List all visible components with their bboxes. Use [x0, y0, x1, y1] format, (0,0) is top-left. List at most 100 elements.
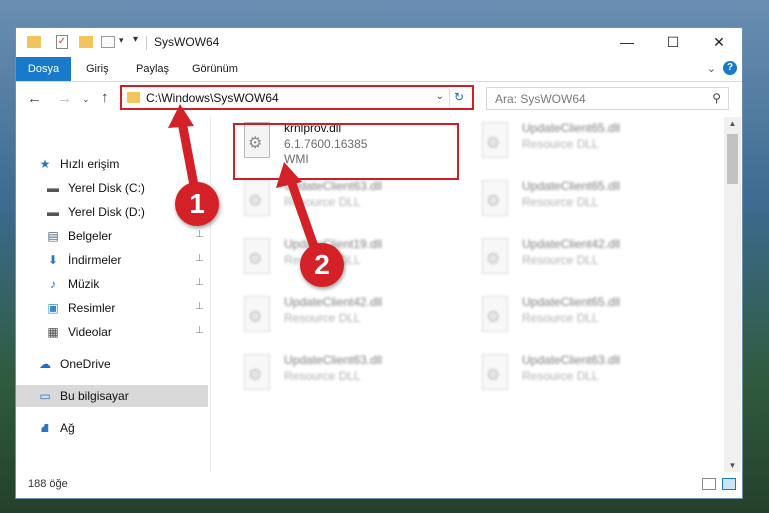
title-bar: ✓ ▾ ▾ SysWOW64 — ☐ ✕ — [16, 28, 742, 57]
file-item[interactable]: ⚙ UpdateClient63.dll Resource DLL — [236, 349, 456, 405]
tab-share[interactable]: Paylaş — [124, 57, 181, 81]
file-description: Resource DLL — [284, 195, 361, 209]
recent-locations-icon[interactable]: ⌄ — [82, 94, 90, 105]
file-description: Resource DLL — [522, 253, 599, 267]
search-icon[interactable]: ⚲ — [712, 91, 721, 105]
pin-icon[interactable]: ⊥ — [195, 325, 204, 336]
file-description: Resource DLL — [522, 311, 599, 325]
rename-icon[interactable] — [101, 36, 115, 48]
scroll-down-icon[interactable]: ▼ — [724, 461, 741, 470]
sidebar-item[interactable]: ⛘ Ağ — [16, 417, 208, 439]
file-item[interactable]: ⚙ UpdateClient65.dll Resource DLL — [474, 291, 694, 347]
drive-icon: ▬ — [47, 205, 59, 219]
sidebar-item[interactable]: ▤ Belgeler ⊥ — [16, 225, 208, 247]
file-item[interactable]: ⚙UpdateClient19.dllResource DLL — [236, 233, 456, 289]
dll-file-icon: ⚙ — [242, 354, 274, 394]
search-input[interactable]: Ara: SysWOW64 ⚲ — [486, 87, 729, 110]
sidebar-item[interactable]: ☁ OneDrive — [16, 353, 208, 375]
tab-view[interactable]: Görünüm — [180, 57, 250, 81]
file-item[interactable]: ⚙ UpdateClient63.dll Resource DLL — [474, 349, 694, 405]
sidebar-item-label: Belgeler — [68, 229, 113, 243]
scrollbar-thumb[interactable] — [727, 134, 738, 184]
sidebar-item[interactable]: ♪ Müzik ⊥ — [16, 273, 208, 295]
pin-icon[interactable]: ⊥ — [195, 229, 204, 240]
maximize-button[interactable]: ☐ — [650, 28, 696, 57]
sidebar-item[interactable]: ▦ Videolar ⊥ — [16, 321, 208, 343]
navigation-bar: ← → ⌄ ↑ C:\Windows\SysWOW64 ⌄ ↻ Ara: Sys… — [16, 82, 742, 117]
file-description: Resource DLL — [522, 137, 599, 151]
customize-toolbar-icon[interactable]: ▾ — [133, 34, 138, 50]
file-description: Resource DLL — [522, 195, 599, 209]
sidebar-item[interactable]: ⬇ İndirmeler ⊥ — [16, 249, 208, 271]
expand-ribbon-icon[interactable]: ⌄ — [707, 62, 716, 75]
file-item[interactable]: ⚙ UpdateClient63.dll Resource DLL — [236, 175, 456, 231]
sidebar-item-label: Ağ — [60, 421, 75, 435]
address-text[interactable]: C:\Windows\SysWOW64 — [146, 91, 279, 105]
help-icon[interactable]: ? — [723, 61, 737, 75]
folder-icon[interactable] — [27, 36, 41, 48]
gear-icon: ⚙ — [248, 309, 263, 326]
ribbon-tabs: Dosya Giriş Paylaş Görünüm ⌄ ? — [16, 57, 742, 82]
file-item[interactable]: ⚙ UpdateClient65.dll Resource DLL — [474, 175, 694, 231]
refresh-button[interactable]: ↻ — [449, 89, 468, 106]
pin-icon[interactable]: ⊥ — [195, 277, 204, 288]
dll-file-icon: ⚙ — [242, 180, 274, 220]
file-name: UpdateClient65.dll — [522, 295, 621, 309]
vertical-scrollbar[interactable]: ▲ ▼ — [724, 117, 741, 472]
dll-file-icon: ⚙ — [480, 238, 512, 278]
sidebar-item-label: Hızlı erişim — [60, 157, 120, 171]
file-item[interactable]: ⚙ UpdateClient42.dll Resource DLL — [474, 233, 694, 289]
chevron-down-icon[interactable]: ▾ — [119, 35, 124, 51]
large-icons-view-icon[interactable] — [722, 478, 736, 490]
back-button[interactable]: ← — [27, 90, 42, 107]
tab-home[interactable]: Giriş — [74, 57, 121, 81]
scroll-up-icon[interactable]: ▲ — [724, 119, 741, 128]
file-name: UpdateClient65.dll — [522, 121, 621, 135]
sidebar-item-label: OneDrive — [60, 357, 111, 371]
videos-icon: ▦ — [47, 325, 59, 339]
gear-icon: ⚙ — [248, 367, 263, 384]
new-folder-icon[interactable] — [79, 36, 93, 48]
gear-icon: ⚙ — [248, 193, 263, 210]
tab-file[interactable]: Dosya — [16, 57, 71, 81]
gear-icon: ⚙ — [486, 135, 501, 152]
address-history-icon[interactable]: ⌄ — [436, 91, 444, 102]
search-placeholder: Ara: SysWOW64 — [495, 92, 586, 106]
download-icon: ⬇ — [47, 253, 59, 267]
minimize-button[interactable]: — — [604, 28, 650, 57]
file-name: UpdateClient42.dll — [284, 295, 383, 309]
item-count: 188 öğe — [28, 478, 68, 490]
file-name: UpdateClient63.dll — [284, 179, 383, 193]
close-button[interactable]: ✕ — [696, 28, 742, 57]
sidebar-item[interactable]: ▭ Bu bilgisayar — [16, 385, 208, 407]
details-view-icon[interactable] — [702, 478, 716, 490]
pin-icon[interactable]: ⊥ — [195, 253, 204, 264]
file-name: UpdateClient42.dll — [522, 237, 621, 251]
address-bar[interactable]: C:\Windows\SysWOW64 ⌄ ↻ — [120, 85, 474, 110]
dll-file-icon: ⚙ — [242, 296, 274, 336]
sidebar-item[interactable]: ★ Hızlı erişim — [16, 153, 208, 175]
dll-file-icon: ⚙ — [480, 296, 512, 336]
pin-icon[interactable]: ⊥ — [195, 301, 204, 312]
sidebar-item-label: İndirmeler — [68, 253, 122, 267]
sidebar-item-label: Resimler — [68, 301, 116, 315]
gear-icon: ⚙ — [486, 251, 501, 268]
sidebar-item[interactable]: ▣ Resimler ⊥ — [16, 297, 208, 319]
folder-icon — [127, 92, 140, 103]
forward-button[interactable]: → — [57, 90, 72, 107]
window-title: SysWOW64 — [154, 35, 220, 49]
dll-file-icon: ⚙ — [480, 180, 512, 220]
up-button[interactable]: ↑ — [101, 89, 109, 106]
gear-icon: ⚙ — [486, 367, 501, 384]
file-item[interactable]: ⚙ UpdateClient42.dll Resource DLL — [236, 291, 456, 347]
gear-icon: ⚙ — [486, 193, 501, 210]
file-item[interactable]: ⚙ UpdateClient65.dll Resource DLL — [474, 117, 694, 173]
properties-check-icon[interactable]: ✓ — [56, 35, 68, 49]
music-icon: ♪ — [50, 277, 56, 291]
step-1-badge: 1 — [175, 182, 219, 226]
status-bar: 188 öğe — [16, 472, 742, 498]
network-icon: ⛘ — [40, 421, 50, 435]
file-name: UpdateClient63.dll — [522, 353, 621, 367]
gear-icon: ⚙ — [486, 309, 501, 326]
documents-icon: ▤ — [47, 229, 59, 243]
